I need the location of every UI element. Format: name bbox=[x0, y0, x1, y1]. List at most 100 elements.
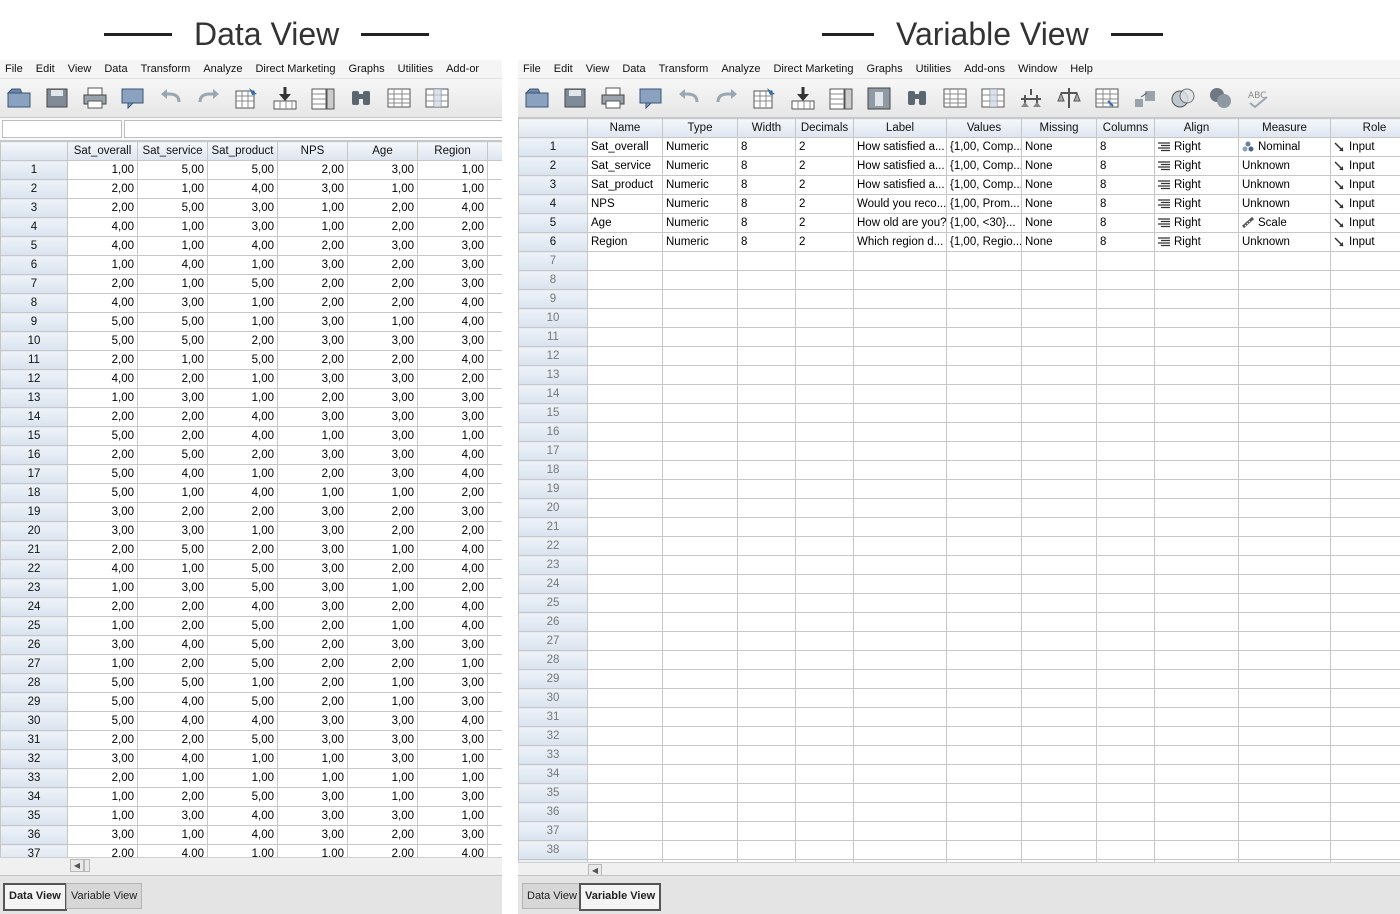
menu-item-utilities[interactable]: Utilities bbox=[393, 63, 441, 75]
cell-label[interactable] bbox=[853, 289, 947, 309]
cell-decimals[interactable] bbox=[795, 308, 854, 328]
menu-item-file[interactable]: File bbox=[518, 63, 549, 75]
cell-width[interactable] bbox=[737, 270, 796, 290]
cell-measure[interactable] bbox=[1238, 840, 1331, 860]
cell-label[interactable]: Which region d... bbox=[853, 232, 947, 252]
data-cell[interactable]: 4,00 bbox=[137, 749, 208, 769]
data-cell[interactable]: 2,00 bbox=[137, 654, 208, 674]
menu-item-transform[interactable]: Transform bbox=[654, 63, 717, 75]
data-cell[interactable]: 1,00 bbox=[417, 426, 488, 446]
data-cell[interactable]: 3,00 bbox=[67, 521, 138, 541]
cell-measure[interactable]: Nominal bbox=[1238, 137, 1331, 157]
cell-type[interactable] bbox=[662, 821, 738, 841]
cell-values[interactable] bbox=[946, 536, 1022, 556]
data-cell[interactable]: 5,00 bbox=[207, 654, 278, 674]
column-header-columns[interactable]: Columns bbox=[1096, 118, 1155, 138]
use-sets-icon[interactable] bbox=[1168, 84, 1198, 112]
cell-align[interactable]: Right bbox=[1154, 137, 1239, 157]
data-cell[interactable]: 2,00 bbox=[67, 179, 138, 199]
cell-label[interactable] bbox=[853, 460, 947, 480]
data-cell[interactable]: 4,00 bbox=[417, 597, 488, 617]
cell-type[interactable] bbox=[662, 745, 738, 765]
show-all-variables-icon[interactable] bbox=[1206, 84, 1236, 112]
cell-align[interactable] bbox=[1154, 441, 1239, 461]
cell-role[interactable] bbox=[1330, 441, 1400, 461]
cell-values[interactable] bbox=[946, 441, 1022, 461]
cell-role[interactable] bbox=[1330, 802, 1400, 822]
column-header-decimals[interactable]: Decimals bbox=[795, 118, 854, 138]
menu-item-data[interactable]: Data bbox=[617, 63, 653, 75]
data-cell[interactable]: 1,00 bbox=[67, 578, 138, 598]
cell-label[interactable] bbox=[853, 479, 947, 499]
cell-role[interactable] bbox=[1330, 726, 1400, 746]
data-cell[interactable]: 1,00 bbox=[67, 160, 138, 180]
data-cell[interactable]: 3,00 bbox=[67, 635, 138, 655]
cell-measure[interactable]: Unknown bbox=[1238, 156, 1331, 176]
data-cell[interactable]: 1,00 bbox=[347, 179, 418, 199]
cell-align[interactable] bbox=[1154, 251, 1239, 271]
cell-name[interactable] bbox=[587, 764, 663, 784]
cell-label[interactable] bbox=[853, 707, 947, 727]
data-cell[interactable]: 5,00 bbox=[67, 331, 138, 351]
column-header-nps[interactable]: NPS bbox=[277, 141, 348, 161]
cell-missing[interactable] bbox=[1021, 460, 1097, 480]
cell-decimals[interactable] bbox=[795, 707, 854, 727]
data-cell-empty[interactable] bbox=[487, 369, 502, 389]
goto-case-icon[interactable] bbox=[750, 84, 780, 112]
cell-width[interactable] bbox=[737, 327, 796, 347]
data-cell-empty[interactable] bbox=[487, 578, 502, 598]
cell-measure[interactable]: Unknown bbox=[1238, 175, 1331, 195]
data-cell[interactable]: 2,00 bbox=[207, 445, 278, 465]
cell-measure[interactable] bbox=[1238, 555, 1331, 575]
cell-name[interactable] bbox=[587, 365, 663, 385]
data-cell-empty[interactable] bbox=[487, 597, 502, 617]
cell-label[interactable] bbox=[853, 251, 947, 271]
dialog-recall-icon[interactable] bbox=[118, 84, 148, 112]
cell-columns[interactable] bbox=[1096, 365, 1155, 385]
data-cell[interactable]: 2,00 bbox=[67, 768, 138, 788]
data-cell[interactable]: 2,00 bbox=[347, 597, 418, 617]
data-cell[interactable]: 1,00 bbox=[347, 578, 418, 598]
data-cell[interactable]: 2,00 bbox=[347, 521, 418, 541]
data-cell[interactable]: 1,00 bbox=[137, 559, 208, 579]
cell-values[interactable] bbox=[946, 384, 1022, 404]
cell-name[interactable]: Age bbox=[587, 213, 663, 233]
cell-name[interactable] bbox=[587, 688, 663, 708]
data-cell[interactable]: 4,00 bbox=[417, 350, 488, 370]
cell-name[interactable] bbox=[587, 460, 663, 480]
data-cell[interactable]: 2,00 bbox=[277, 673, 348, 693]
cell-decimals[interactable] bbox=[795, 555, 854, 575]
data-cell[interactable]: 2,00 bbox=[67, 730, 138, 750]
data-cell[interactable]: 3,00 bbox=[67, 825, 138, 845]
cell-values[interactable] bbox=[946, 574, 1022, 594]
cell-role[interactable] bbox=[1330, 593, 1400, 613]
data-cell[interactable]: 1,00 bbox=[207, 464, 278, 484]
save-icon[interactable] bbox=[560, 84, 590, 112]
cell-decimals[interactable] bbox=[795, 688, 854, 708]
cell-values[interactable] bbox=[946, 764, 1022, 784]
cell-columns[interactable]: 8 bbox=[1096, 194, 1155, 214]
cell-name[interactable] bbox=[587, 783, 663, 803]
data-cell[interactable]: 2,00 bbox=[277, 692, 348, 712]
cell-label[interactable] bbox=[853, 422, 947, 442]
cell-name[interactable] bbox=[587, 707, 663, 727]
cell-columns[interactable] bbox=[1096, 270, 1155, 290]
cell-role[interactable] bbox=[1330, 631, 1400, 651]
data-cell[interactable]: 1,00 bbox=[67, 787, 138, 807]
cell-decimals[interactable]: 2 bbox=[795, 194, 854, 214]
cell-name[interactable] bbox=[587, 650, 663, 670]
cell-measure[interactable]: Unknown bbox=[1238, 232, 1331, 252]
cell-missing[interactable]: None bbox=[1021, 175, 1097, 195]
data-cell[interactable]: 1,00 bbox=[207, 673, 278, 693]
data-cell-empty[interactable] bbox=[487, 217, 502, 237]
data-cell[interactable]: 5,00 bbox=[207, 350, 278, 370]
cell-width[interactable] bbox=[737, 346, 796, 366]
data-cell[interactable]: 3,00 bbox=[277, 787, 348, 807]
cell-width[interactable] bbox=[737, 593, 796, 613]
data-cell[interactable]: 3,00 bbox=[417, 825, 488, 845]
cell-values[interactable] bbox=[946, 840, 1022, 860]
cell-type[interactable] bbox=[662, 612, 738, 632]
cell-width[interactable]: 8 bbox=[737, 232, 796, 252]
data-cell[interactable]: 2,00 bbox=[137, 616, 208, 636]
data-cell[interactable]: 4,00 bbox=[207, 711, 278, 731]
